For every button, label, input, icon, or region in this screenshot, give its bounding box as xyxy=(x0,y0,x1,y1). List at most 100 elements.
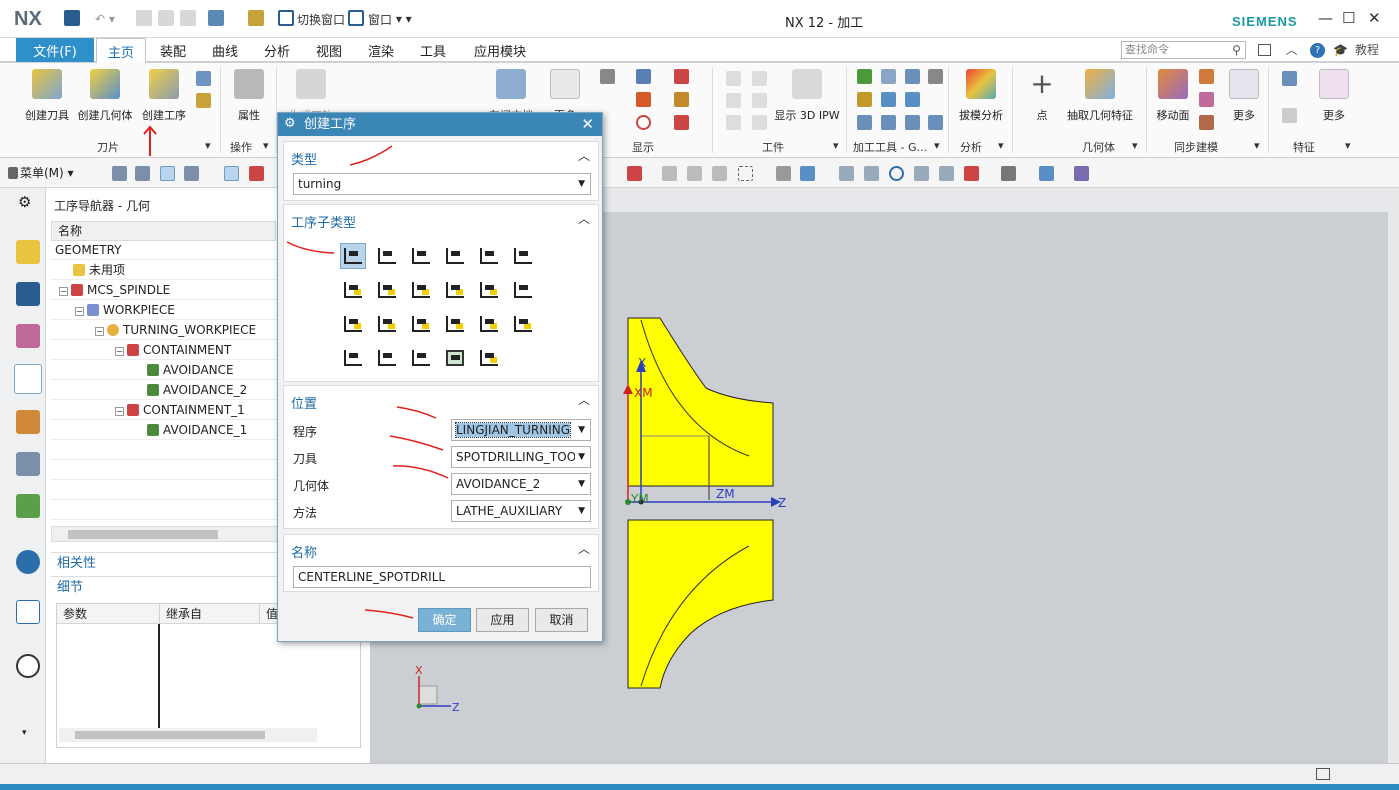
copy-icon[interactable] xyxy=(158,10,174,26)
sync-expand-icon[interactable]: ▾ xyxy=(1254,139,1260,152)
subtype-groove-id[interactable] xyxy=(476,311,502,337)
ribbon-options-icon[interactable] xyxy=(1258,44,1271,56)
tutorial-icon[interactable]: 🎓 xyxy=(1333,43,1348,58)
mfg-tool-icon-2[interactable] xyxy=(881,69,896,84)
filter-icon[interactable] xyxy=(249,166,264,181)
more-feature-button[interactable]: 更多 xyxy=(1304,69,1364,123)
assembly-navigator-icon[interactable] xyxy=(16,240,40,264)
subtype-rough-back-turn[interactable] xyxy=(408,277,434,303)
workpiece-icon-5[interactable] xyxy=(726,115,741,130)
minimize-icon[interactable]: — xyxy=(1318,9,1333,27)
subtype-lathe-control[interactable] xyxy=(442,345,468,371)
scroll-thumb[interactable] xyxy=(68,530,218,539)
collapse-icon[interactable]: − xyxy=(115,347,124,356)
tab-render[interactable]: 渲染 xyxy=(358,38,404,62)
tool-dropdown[interactable]: SPOTDRILLING_TOOL ▼ xyxy=(451,446,591,468)
snap-icon-4[interactable] xyxy=(712,166,727,181)
search-icon[interactable]: ⚲ xyxy=(1229,43,1244,58)
more-sync-button[interactable]: 更多 xyxy=(1214,69,1274,123)
column-parameter[interactable]: 参数 xyxy=(57,604,159,624)
machining-method-view-icon[interactable] xyxy=(184,166,199,181)
subtype-groove-face[interactable] xyxy=(510,311,536,337)
workpiece-icon-4[interactable] xyxy=(752,93,767,108)
display-point-icon[interactable] xyxy=(636,115,651,130)
window-icon[interactable] xyxy=(348,10,364,26)
reuse-library-icon[interactable] xyxy=(16,494,40,518)
collapse-icon[interactable]: − xyxy=(95,327,104,336)
fullscreen-icon[interactable] xyxy=(1316,768,1330,780)
view-icon-1[interactable] xyxy=(776,166,791,181)
collapse-icon[interactable]: − xyxy=(115,407,124,416)
tab-file[interactable]: 文件(F) xyxy=(16,38,94,62)
program-order-view-icon[interactable] xyxy=(112,166,127,181)
machine-navigator-icon[interactable] xyxy=(16,410,40,434)
mfg-wizard-icon[interactable] xyxy=(16,452,40,476)
mfg-tool-icon-10[interactable] xyxy=(905,115,920,130)
history-icon[interactable] xyxy=(16,654,40,678)
undo-icon[interactable]: ↶ ▾ xyxy=(92,8,118,30)
subtype-finish-back-bore[interactable] xyxy=(374,311,400,337)
draft-analysis-button[interactable]: 拔模分析 xyxy=(951,69,1011,123)
menu-icon[interactable] xyxy=(8,167,18,179)
mfg-tool-icon-3[interactable] xyxy=(905,69,920,84)
mfg-tool-icon-8[interactable] xyxy=(857,115,872,130)
display-tool-icon[interactable] xyxy=(674,69,689,84)
subtype-rough-back-bore[interactable] xyxy=(476,277,502,303)
extract-geometry-button[interactable]: 抽取几何特征 xyxy=(1064,69,1136,123)
subtype-centerline-drilling[interactable] xyxy=(374,243,400,269)
collapse-name-icon[interactable]: ︿ xyxy=(578,540,590,557)
navigator-column-name[interactable]: 名称 xyxy=(51,221,276,241)
pan-icon[interactable] xyxy=(914,166,929,181)
tab-assembly[interactable]: 装配 xyxy=(150,38,196,62)
help-icon[interactable]: ? xyxy=(1310,43,1325,58)
touch-mode-icon[interactable] xyxy=(248,10,264,26)
create-operation-button[interactable]: 创建工序 xyxy=(134,69,194,123)
subtype-centerline-peckdrill[interactable] xyxy=(408,243,434,269)
subtype-rough-bore-id[interactable] xyxy=(442,277,468,303)
analysis-expand-icon[interactable]: ▾ xyxy=(998,139,1004,152)
subtype-facing[interactable] xyxy=(340,277,366,303)
tab-curve[interactable]: 曲线 xyxy=(202,38,248,62)
operations-group-expand-icon[interactable]: ▾ xyxy=(263,139,269,152)
geometry-expand-icon[interactable]: ▾ xyxy=(1132,139,1138,152)
subtype-teach-mode[interactable] xyxy=(408,311,434,337)
orient-view-icon[interactable] xyxy=(1039,166,1054,181)
rotate-icon[interactable] xyxy=(889,166,904,181)
save-icon[interactable] xyxy=(64,10,80,26)
collapse-location-icon[interactable]: ︿ xyxy=(578,391,590,408)
cut-icon[interactable] xyxy=(136,10,152,26)
close-icon[interactable]: ✕ xyxy=(1368,9,1381,27)
snap-icon-1[interactable] xyxy=(627,166,642,181)
render-style-icon[interactable] xyxy=(964,166,979,181)
operation-name-input[interactable]: CENTERLINE_SPOTDRILL xyxy=(293,566,591,588)
dialog-settings-gear-icon[interactable]: ⚙ xyxy=(284,116,296,131)
sync-icon-2[interactable] xyxy=(1199,92,1214,107)
tab-applications[interactable]: 应用模块 xyxy=(462,38,538,62)
subtype-centerline-spotdrill[interactable] xyxy=(340,243,366,269)
mfg-tool-icon-9[interactable] xyxy=(881,115,896,130)
background-icon[interactable] xyxy=(1001,166,1016,181)
create-geometry-button[interactable]: 创建几何体 xyxy=(75,69,135,123)
fit-icon[interactable] xyxy=(839,166,854,181)
display-color-icon[interactable] xyxy=(636,69,651,84)
display-line-icon[interactable] xyxy=(674,115,689,130)
move-face-button[interactable]: 移动面 xyxy=(1143,69,1203,123)
subtype-rough-turn-od[interactable] xyxy=(374,277,400,303)
subtype-thread-id[interactable] xyxy=(374,345,400,371)
properties-button[interactable]: 属性 xyxy=(219,69,279,123)
collapse-subtype-icon[interactable]: ︿ xyxy=(578,210,590,227)
insert-group-expand-icon[interactable]: ▾ xyxy=(205,139,211,152)
tab-analysis[interactable]: 分析 xyxy=(254,38,300,62)
scroll-thumb[interactable] xyxy=(75,731,265,739)
layer-icon[interactable] xyxy=(1074,166,1089,181)
workpiece-icon-3[interactable] xyxy=(726,93,741,108)
view-icon-2[interactable] xyxy=(800,166,815,181)
graphics-vscrollbar[interactable] xyxy=(1388,188,1399,763)
repeat-command-icon[interactable] xyxy=(208,10,224,26)
apply-button[interactable]: 应用 xyxy=(476,608,529,632)
display-holder-icon[interactable] xyxy=(674,92,689,107)
mfg-tool-icon-5[interactable] xyxy=(857,92,872,107)
subtype-groove-od[interactable] xyxy=(442,311,468,337)
feature-icon-1[interactable] xyxy=(1282,71,1297,86)
resource-scroll-down-icon[interactable]: ▾ xyxy=(22,728,34,740)
